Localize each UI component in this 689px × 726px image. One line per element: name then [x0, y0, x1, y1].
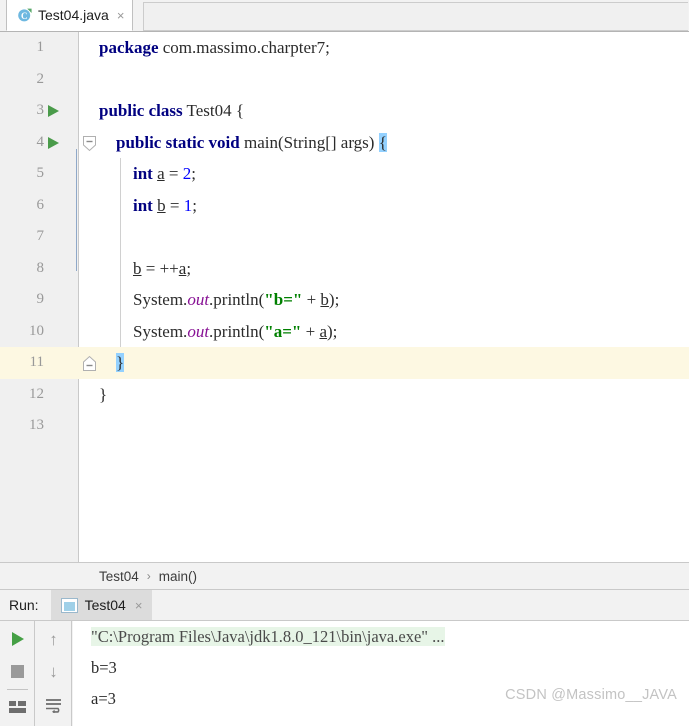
code-text: System.out.println("a=" + a); [99, 321, 338, 341]
close-icon[interactable]: × [117, 9, 125, 22]
java-class-icon: C [17, 7, 33, 23]
run-method-gutter-icon[interactable] [48, 136, 59, 149]
run-label: Run: [9, 597, 39, 613]
line-number: 4 [36, 133, 45, 150]
code-text: public class Test04 { [99, 101, 245, 120]
run-class-gutter-icon[interactable] [48, 105, 59, 117]
code-line-6: 6 int b = 1; [0, 189, 689, 221]
run-toolbar-navigation: ↑ ↓ [36, 621, 72, 726]
line-number: 11 [29, 354, 44, 370]
prev-occurrence-button[interactable]: ↑ [36, 623, 71, 655]
line-number: 6 [36, 196, 45, 213]
line-number: 12 [29, 385, 44, 402]
run-toolbar-left [0, 621, 35, 726]
layout-button[interactable] [0, 691, 35, 723]
svg-text:C: C [21, 11, 28, 21]
watermark: CSDN @Massimo__JAVA [505, 687, 677, 703]
next-occurrence-button[interactable]: ↓ [36, 655, 71, 687]
console-output-line: b=3 [91, 658, 117, 677]
line-number: 2 [36, 70, 45, 87]
run-tool-window: Run: Test04 × ↑ ↓ "C:\Program Files\Java… [0, 590, 689, 726]
breadcrumb-class[interactable]: Test04 [99, 569, 139, 584]
editor-rows: 1 package com.massimo.charpter7; 2 3 pub… [0, 32, 689, 562]
soft-wrap-icon [45, 698, 62, 714]
line-number: 3 [36, 102, 45, 118]
rerun-button[interactable] [0, 623, 35, 655]
fold-collapse-icon[interactable] [81, 135, 98, 152]
run-tool-window-header: Run: Test04 × [0, 590, 689, 621]
code-line-12: 12 } [0, 379, 689, 411]
close-icon[interactable]: × [135, 598, 143, 613]
code-line-5: 5 int a = 2; [0, 158, 689, 190]
console-command-line: "C:\Program Files\Java\jdk1.8.0_121\bin\… [73, 621, 689, 652]
line-number: 5 [36, 165, 45, 181]
stop-button[interactable] [0, 655, 35, 687]
code-line-3: 3 public class Test04 { [0, 95, 689, 127]
code-line-2: 2 [0, 64, 689, 96]
code-text: } [99, 384, 108, 404]
code-text: } [116, 353, 125, 372]
play-icon [11, 632, 24, 646]
code-line-10: 10 System.out.println("a=" + a); [0, 315, 689, 347]
arrow-down-icon: ↓ [49, 661, 58, 681]
code-line-7: 7 [0, 221, 689, 253]
line-number: 7 [36, 228, 45, 244]
code-line-13: 13 [0, 410, 689, 442]
code-text: package com.massimo.charpter7; [99, 38, 330, 57]
code-text: b = ++a; [133, 258, 192, 278]
run-tab-label: Test04 [84, 597, 126, 613]
console-command-text: "C:\Program Files\Java\jdk1.8.0_121\bin\… [91, 627, 445, 646]
stop-square-icon [11, 664, 24, 678]
code-text: public static void main(String[] args) { [116, 132, 387, 152]
breadcrumb-method[interactable]: main() [159, 569, 197, 584]
line-number: 8 [36, 259, 45, 276]
line-number: 9 [36, 291, 45, 307]
soft-wrap-button[interactable] [36, 689, 71, 721]
code-text: int a = 2; [133, 164, 196, 183]
code-line-4: 4 public static void main(String[] args)… [0, 127, 689, 159]
code-line-8: 8 b = ++a; [0, 252, 689, 284]
editor-tab-strip: C Test04.java × [0, 0, 689, 32]
tab-strip-empty-area [143, 2, 688, 31]
chevron-right-icon: › [146, 569, 151, 583]
editor-tab-test04[interactable]: C Test04.java × [6, 0, 134, 31]
line-number: 13 [29, 417, 44, 433]
code-editor[interactable]: 1 package com.massimo.charpter7; 2 3 pub… [0, 32, 689, 562]
code-line-9: 9 System.out.println("b=" + b); [0, 284, 689, 316]
breadcrumb: Test04 › main() [0, 562, 689, 590]
code-text: System.out.println("b=" + b); [99, 290, 340, 309]
layout-icon [9, 701, 26, 713]
code-line-11: 11 } [0, 347, 689, 379]
console-window-icon [60, 597, 78, 613]
line-number: 10 [29, 322, 44, 339]
line-number: 1 [36, 39, 45, 55]
code-line-1: 1 package com.massimo.charpter7; [0, 32, 689, 64]
toolbar-divider [7, 689, 28, 690]
console-output[interactable]: "C:\Program Files\Java\jdk1.8.0_121\bin\… [73, 621, 689, 726]
fold-collapse-end-icon[interactable] [81, 355, 98, 372]
run-tab-test04[interactable]: Test04 × [50, 590, 153, 620]
editor-tab-label: Test04.java [38, 7, 109, 23]
arrow-up-icon: ↑ [49, 629, 58, 649]
code-text: int b = 1; [133, 195, 197, 215]
